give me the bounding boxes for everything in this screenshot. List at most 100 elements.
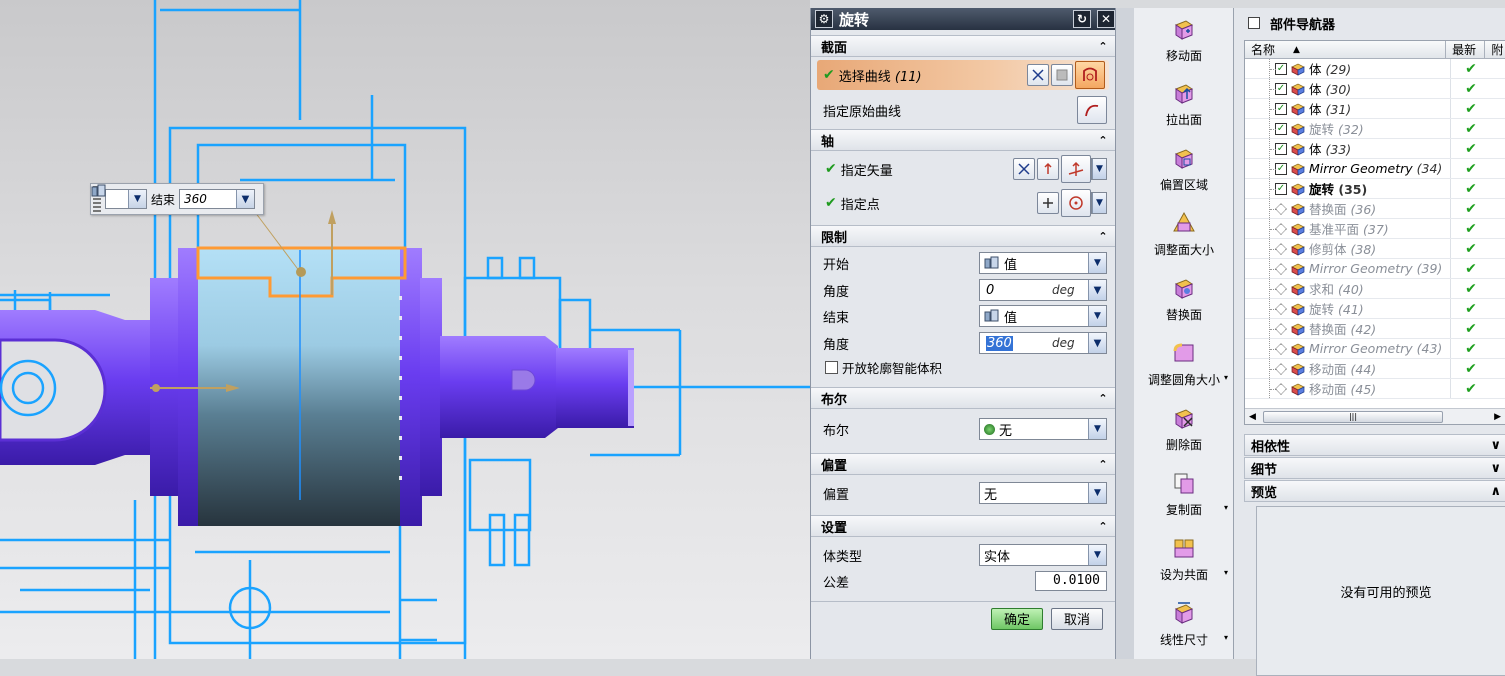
tree-row[interactable]: ✓ 体 (30) ✔ — [1245, 79, 1505, 99]
spin-arrow-icon[interactable]: ▼ — [236, 190, 255, 208]
toolbar-button-make-coplanar[interactable]: 设为共面 ▾ — [1134, 527, 1234, 591]
chevron-up-icon[interactable]: ⌃ — [1095, 230, 1111, 243]
tree-row[interactable]: 求和 (40) ✔ — [1245, 279, 1505, 299]
section-header-offset[interactable]: 偏置 ⌃ — [811, 453, 1115, 475]
tree-row[interactable]: ✓ 体 (31) ✔ — [1245, 99, 1505, 119]
section-header-settings[interactable]: 设置 ⌃ — [811, 515, 1115, 537]
visibility-checkbox[interactable]: ✓ — [1275, 162, 1287, 175]
tree-row[interactable]: Mirror Geometry (43) ✔ — [1245, 339, 1505, 359]
origin-curve-icon[interactable] — [1077, 96, 1107, 124]
column-latest[interactable]: 最新 — [1446, 41, 1486, 58]
section-header-limits[interactable]: 限制 ⌃ — [811, 225, 1115, 247]
feature-diamond-icon[interactable] — [1275, 362, 1287, 375]
feature-diamond-icon[interactable] — [1275, 222, 1287, 235]
toolbar-button-copy-face[interactable]: 复制面 ▾ — [1134, 462, 1234, 526]
specify-point-row[interactable]: ✔ 指定点 ▼ — [811, 187, 1115, 219]
gear-icon[interactable]: ⚙ — [815, 10, 833, 28]
tree-row[interactable]: 替换面 (36) ✔ — [1245, 199, 1505, 219]
chevron-down-icon[interactable]: ▼ — [1092, 193, 1106, 213]
toolbar-button-pull-face[interactable]: 拉出面 — [1134, 72, 1234, 136]
close-icon[interactable]: ✕ — [1097, 10, 1115, 28]
visibility-checkbox[interactable]: ✓ — [1275, 142, 1287, 155]
chevron-up-icon[interactable]: ⌃ — [1095, 458, 1111, 471]
tolerance-input[interactable]: 0.0100 — [1035, 571, 1107, 591]
visibility-checkbox[interactable]: ✓ — [1275, 82, 1287, 95]
feature-diamond-icon[interactable] — [1275, 322, 1287, 335]
toolbar-button-move-face[interactable]: 移动面 — [1134, 8, 1234, 72]
body-type-dropdown[interactable]: 实体 ▼ — [979, 544, 1107, 566]
tree-row[interactable]: ✓ 体 (33) ✔ — [1245, 139, 1505, 159]
column-attach[interactable]: 附 — [1485, 41, 1505, 58]
tree-row[interactable]: ✓ 体 (29) ✔ — [1245, 59, 1505, 79]
visibility-checkbox[interactable]: ✓ — [1275, 182, 1287, 195]
chevron-down-icon[interactable]: ▼ — [1092, 159, 1106, 179]
start-angle-input[interactable]: 0 deg ▼ — [979, 279, 1107, 301]
open-profile-checkbox[interactable] — [825, 360, 838, 374]
chevron-up-icon[interactable]: ∧ — [1490, 484, 1501, 499]
tree-row[interactable]: ✓ 旋转 (35) ✔ — [1245, 179, 1505, 199]
feature-diamond-icon[interactable] — [1275, 342, 1287, 355]
scrollbar-thumb[interactable]: ||| — [1263, 410, 1443, 423]
toolbar-button-delete-face[interactable]: 删除面 — [1134, 397, 1234, 461]
end-value-input[interactable]: 360 ▼ — [179, 189, 256, 209]
toolbar-button-replace-face[interactable]: 替换面 — [1134, 267, 1234, 331]
tree-row[interactable]: 旋转 (41) ✔ — [1245, 299, 1505, 319]
cancel-button[interactable]: 取消 — [1051, 607, 1103, 630]
chevron-down-icon[interactable]: ▼ — [1088, 545, 1106, 565]
start-method-dropdown[interactable]: 值 ▼ — [979, 252, 1107, 274]
column-name[interactable]: 名称 ▲ — [1245, 41, 1447, 58]
chevron-down-icon[interactable]: ▼ — [128, 190, 146, 208]
select-curve-row[interactable]: ✔ 选择曲线 (11) — [817, 60, 1109, 90]
chevron-down-icon[interactable]: ∨ — [1490, 461, 1501, 476]
vector-dialog-icon[interactable] — [1037, 158, 1059, 180]
feature-diamond-icon[interactable] — [1275, 302, 1287, 315]
feature-diamond-icon[interactable] — [1275, 202, 1287, 215]
reverse-direction-icon[interactable] — [1013, 158, 1035, 180]
specify-vector-row[interactable]: ✔ 指定矢量 ▼ — [811, 151, 1115, 187]
chevron-down-icon[interactable]: ▼ — [1088, 483, 1106, 503]
point-dropdown[interactable]: ▼ — [1091, 192, 1107, 214]
scroll-right-icon[interactable]: ▶ — [1494, 412, 1501, 422]
feature-diamond-icon[interactable] — [1275, 282, 1287, 295]
tree-row[interactable]: 替换面 (42) ✔ — [1245, 319, 1505, 339]
tree-row[interactable]: ✓ Mirror Geometry (34) ✔ — [1245, 159, 1505, 179]
feature-diamond-icon[interactable] — [1275, 262, 1287, 275]
section-header-section[interactable]: 截面 ⌃ — [811, 35, 1115, 57]
toolbar-button-offset-region[interactable]: 偏置区域 — [1134, 137, 1234, 201]
scroll-left-icon[interactable]: ◀ — [1249, 412, 1256, 422]
horizontal-scrollbar[interactable]: ◀ ||| ▶ — [1245, 408, 1505, 424]
curve-rule-icon[interactable] — [1027, 64, 1049, 86]
chevron-down-icon[interactable]: ▼ — [1088, 306, 1106, 326]
vector-dropdown[interactable]: ▼ — [1091, 158, 1107, 180]
tree-row[interactable]: Mirror Geometry (39) ✔ — [1245, 259, 1505, 279]
visibility-checkbox[interactable]: ✓ — [1275, 62, 1287, 75]
inferred-vector-icon[interactable] — [1061, 155, 1091, 183]
model-canvas[interactable] — [0, 0, 810, 659]
graphics-viewport[interactable]: ▼ 结束 360 ▼ — [0, 0, 810, 659]
visibility-checkbox[interactable]: ✓ — [1275, 122, 1287, 135]
boolean-dropdown[interactable]: 无 ▼ — [979, 418, 1107, 440]
tree-row[interactable]: 移动面 (45) ✔ — [1245, 379, 1505, 399]
tree-row[interactable]: 修剪体 (38) ✔ — [1245, 239, 1505, 259]
chevron-down-icon[interactable]: ▾ — [1224, 373, 1228, 382]
chevron-down-icon[interactable]: ▾ — [1224, 503, 1228, 512]
inferred-point-icon[interactable] — [1061, 189, 1091, 217]
tree-row[interactable]: 移动面 (44) ✔ — [1245, 359, 1505, 379]
end-method-dropdown[interactable]: 值 ▼ — [979, 305, 1107, 327]
visibility-checkbox[interactable]: ✓ — [1275, 102, 1287, 115]
preview-panel-header[interactable]: 预览 ∧ — [1244, 480, 1505, 502]
feature-diamond-icon[interactable] — [1275, 242, 1287, 255]
details-panel-header[interactable]: 细节 ∨ — [1244, 457, 1505, 479]
ok-button[interactable]: 确定 — [991, 607, 1043, 630]
chevron-up-icon[interactable]: ⌃ — [1095, 40, 1111, 53]
spin-arrow-icon[interactable]: ▼ — [1088, 280, 1106, 300]
reset-icon[interactable]: ↻ — [1073, 10, 1091, 28]
toolbar-button-resize-face[interactable]: 调整面大小 — [1134, 202, 1234, 266]
feature-tree[interactable]: 名称 ▲ 最新 附 ✓ 体 (29) ✔ ✓ 体 (30) ✔ ✓ 体 (31) ✔ ✓ 旋转 (32… — [1244, 40, 1505, 425]
chevron-down-icon[interactable]: ▾ — [1224, 568, 1228, 577]
tree-row[interactable]: ✓ 旋转 (32) ✔ — [1245, 119, 1505, 139]
toolbar-button-resize-blend[interactable]: 调整圆角大小 ▾ — [1134, 332, 1234, 396]
chevron-up-icon[interactable]: ⌃ — [1095, 520, 1111, 533]
spin-arrow-icon[interactable]: ▼ — [1088, 333, 1106, 353]
chevron-up-icon[interactable]: ⌃ — [1095, 392, 1111, 405]
